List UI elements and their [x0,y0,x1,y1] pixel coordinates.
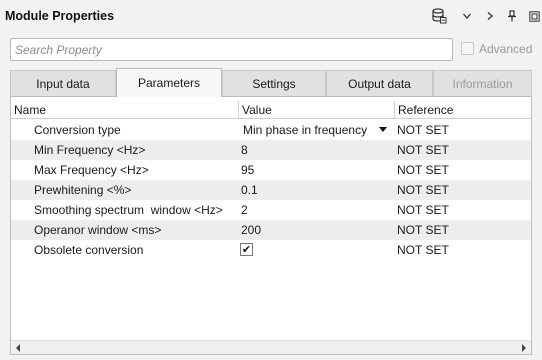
property-name: Obsolete conversion [34,243,144,257]
property-name: Conversion type [34,123,121,137]
advanced-checkbox[interactable] [461,42,474,55]
property-reference: NOT SET [397,183,449,197]
property-name: Smoothing spectrum window <Hz> [34,203,223,217]
property-table: Name Value Reference Conversion type Min… [10,96,532,355]
tab-output-data[interactable]: Output data [326,70,433,96]
table-row[interactable]: Max Frequency <Hz> 95 NOT SET [11,160,531,180]
property-reference: NOT SET [397,163,449,177]
tab-bar: Input data Parameters Settings Output da… [10,68,532,97]
scroll-left-icon[interactable] [11,341,25,355]
property-reference: NOT SET [397,223,449,237]
property-reference: NOT SET [397,143,449,157]
table-row[interactable]: Obsolete conversion ✔ NOT SET [11,240,531,260]
obsolete-conversion-checkbox[interactable]: ✔ [240,243,253,256]
property-name: Operanor window <ms> [34,223,162,237]
table-row[interactable]: Conversion type Min phase in frequency N… [11,120,531,140]
table-row[interactable]: Min Frequency <Hz> 8 NOT SET [11,140,531,160]
table-row[interactable]: Prewhitening <%> 0.1 NOT SET [11,180,531,200]
tab-information: Information [433,70,532,96]
property-value[interactable]: 0.1 [241,180,393,200]
property-value-dropdown[interactable]: Min phase in frequency [243,120,395,140]
column-header-value[interactable]: Value [239,101,395,119]
column-header-name[interactable]: Name [11,101,239,119]
restore-window-icon[interactable] [525,7,542,25]
search-input[interactable] [10,38,453,61]
table-header: Name Value Reference [11,101,531,119]
table-row[interactable]: Operanor window <ms> 200 NOT SET [11,220,531,240]
table-row[interactable]: Smoothing spectrum window <Hz> 2 NOT SET [11,200,531,220]
title-bar: Module Properties [0,0,542,33]
property-reference: NOT SET [397,123,449,137]
property-value[interactable]: 200 [241,220,393,240]
advanced-label: Advanced [479,42,533,56]
dropdown-arrow-icon[interactable] [379,127,387,132]
tab-settings[interactable]: Settings [222,70,326,96]
tab-input-data[interactable]: Input data [10,70,116,96]
property-value[interactable]: 2 [241,200,393,220]
chevron-down-icon[interactable] [458,7,476,25]
window-title: Module Properties [5,9,115,23]
property-name: Max Frequency <Hz> [34,163,149,177]
pin-icon[interactable] [503,7,521,25]
horizontal-scrollbar[interactable] [11,340,531,354]
database-icon[interactable] [430,7,448,25]
property-reference: NOT SET [397,203,449,217]
column-header-reference[interactable]: Reference [395,101,531,119]
property-value[interactable]: 95 [241,160,393,180]
property-value[interactable]: 8 [241,140,393,160]
chevron-right-icon[interactable] [481,7,499,25]
tab-parameters[interactable]: Parameters [116,68,222,97]
property-name: Prewhitening <%> [34,183,132,197]
scroll-right-icon[interactable] [517,341,531,355]
property-reference: NOT SET [397,243,449,257]
property-name: Min Frequency <Hz> [34,143,146,157]
